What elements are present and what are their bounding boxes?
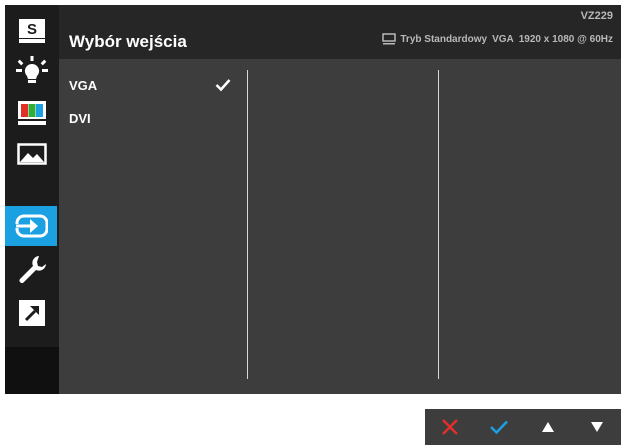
sidebar-bottom [5,347,59,394]
sidebar-item-shortcut[interactable] [5,293,59,333]
confirm-icon [489,420,508,435]
header: Wybór wejścia VZ229 Tryb Standardowy VGA… [59,5,621,59]
monitor-icon [382,33,397,45]
sidebar-item-input-select[interactable] [5,206,57,246]
input-select-icon [15,214,48,238]
osd-menu: S Wybór wejścia VZ229 Tryb Standardowy V… [5,5,621,394]
status-mode: Tryb Standardowy [400,33,488,45]
sidebar-item-color[interactable] [5,93,59,133]
system-setup-icon [19,256,46,283]
column-divider [438,70,439,379]
sidebar-item-image[interactable] [5,135,59,175]
svg-text:S: S [27,21,37,38]
sidebar-item-splendid[interactable]: S [5,11,59,51]
confirm-button[interactable] [474,409,523,445]
up-button[interactable] [523,409,572,445]
down-button[interactable] [572,409,621,445]
up-arrow-icon [541,422,554,432]
status-input: VGA [492,33,514,45]
sidebar-item-system-setup[interactable] [5,249,59,289]
selected-check-icon [215,79,231,92]
image-icon [17,143,47,165]
nav-bar [425,409,621,445]
option-vga[interactable]: VGA [69,78,97,93]
column-divider [247,70,248,379]
splendid-s-icon: S [19,19,45,43]
close-button[interactable] [425,409,474,445]
bluelight-filter-icon [16,56,48,83]
color-icon [18,101,46,125]
close-icon [441,419,458,435]
page-title: Wybór wejścia [69,32,187,51]
model-name: VZ229 [580,10,613,22]
sidebar: S [5,5,59,394]
status-resolution: 1920 x 1080 @ 60Hz [518,33,613,45]
down-arrow-icon [590,422,603,432]
shortcut-icon [19,300,45,326]
status-bar: Tryb Standardowy VGA 1920 x 1080 @ 60Hz [382,33,613,45]
option-dvi[interactable]: DVI [69,111,91,126]
sidebar-item-bluelight[interactable] [5,51,59,91]
